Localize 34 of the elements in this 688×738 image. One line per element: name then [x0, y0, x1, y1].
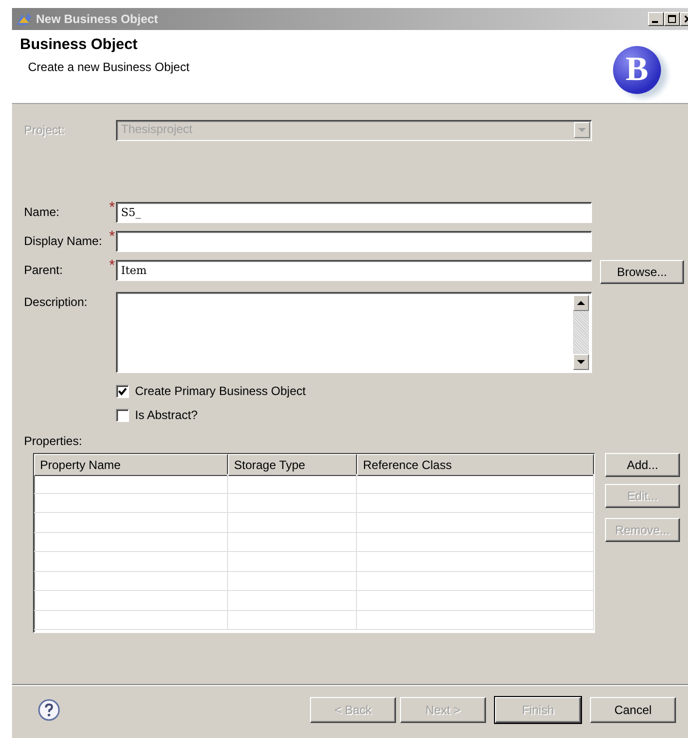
text-field[interactable]: Item [116, 260, 592, 281]
down-arrow-icon[interactable] [577, 359, 585, 365]
column-header[interactable]: Storage Type [228, 454, 357, 476]
field-label: Name: [24, 204, 60, 219]
app-icon [16, 11, 32, 27]
checkbox[interactable] [116, 384, 129, 398]
button[interactable]: Browse... [600, 260, 684, 284]
column-header[interactable]: Reference Class [357, 454, 594, 476]
column-header[interactable]: Property Name [34, 454, 228, 476]
logo: B [613, 46, 661, 94]
page-title: Business Object [20, 36, 139, 53]
properties-table[interactable]: Property Name Storage Type Reference Class [33, 453, 595, 633]
description-field[interactable] [116, 292, 592, 373]
field-label: Description: [24, 294, 88, 309]
scrollbar[interactable] [573, 295, 589, 370]
checkbox-label: Create Primary Business Object [135, 384, 306, 398]
required-mark: * [109, 257, 115, 274]
button[interactable]: Cancel [590, 697, 676, 723]
text-field[interactable] [116, 231, 592, 252]
checkbox[interactable] [116, 408, 129, 422]
page-description: Create a new Business Object [28, 60, 190, 74]
maximize-icon[interactable] [664, 12, 680, 26]
properties-label: Properties: [24, 433, 84, 448]
checkbox-label: Is Abstract? [135, 408, 198, 422]
window-title: New Business Object [36, 12, 158, 26]
required-mark: * [109, 199, 115, 216]
button[interactable]: Add... [605, 453, 680, 477]
text-field[interactable]: S5_ [116, 202, 592, 223]
required-mark: * [109, 228, 115, 245]
field-label: Display Name: [24, 233, 104, 248]
field-label: Parent: [24, 262, 64, 277]
help-icon[interactable] [38, 699, 60, 721]
minimize-icon[interactable] [648, 12, 664, 26]
up-arrow-icon[interactable] [577, 300, 585, 306]
